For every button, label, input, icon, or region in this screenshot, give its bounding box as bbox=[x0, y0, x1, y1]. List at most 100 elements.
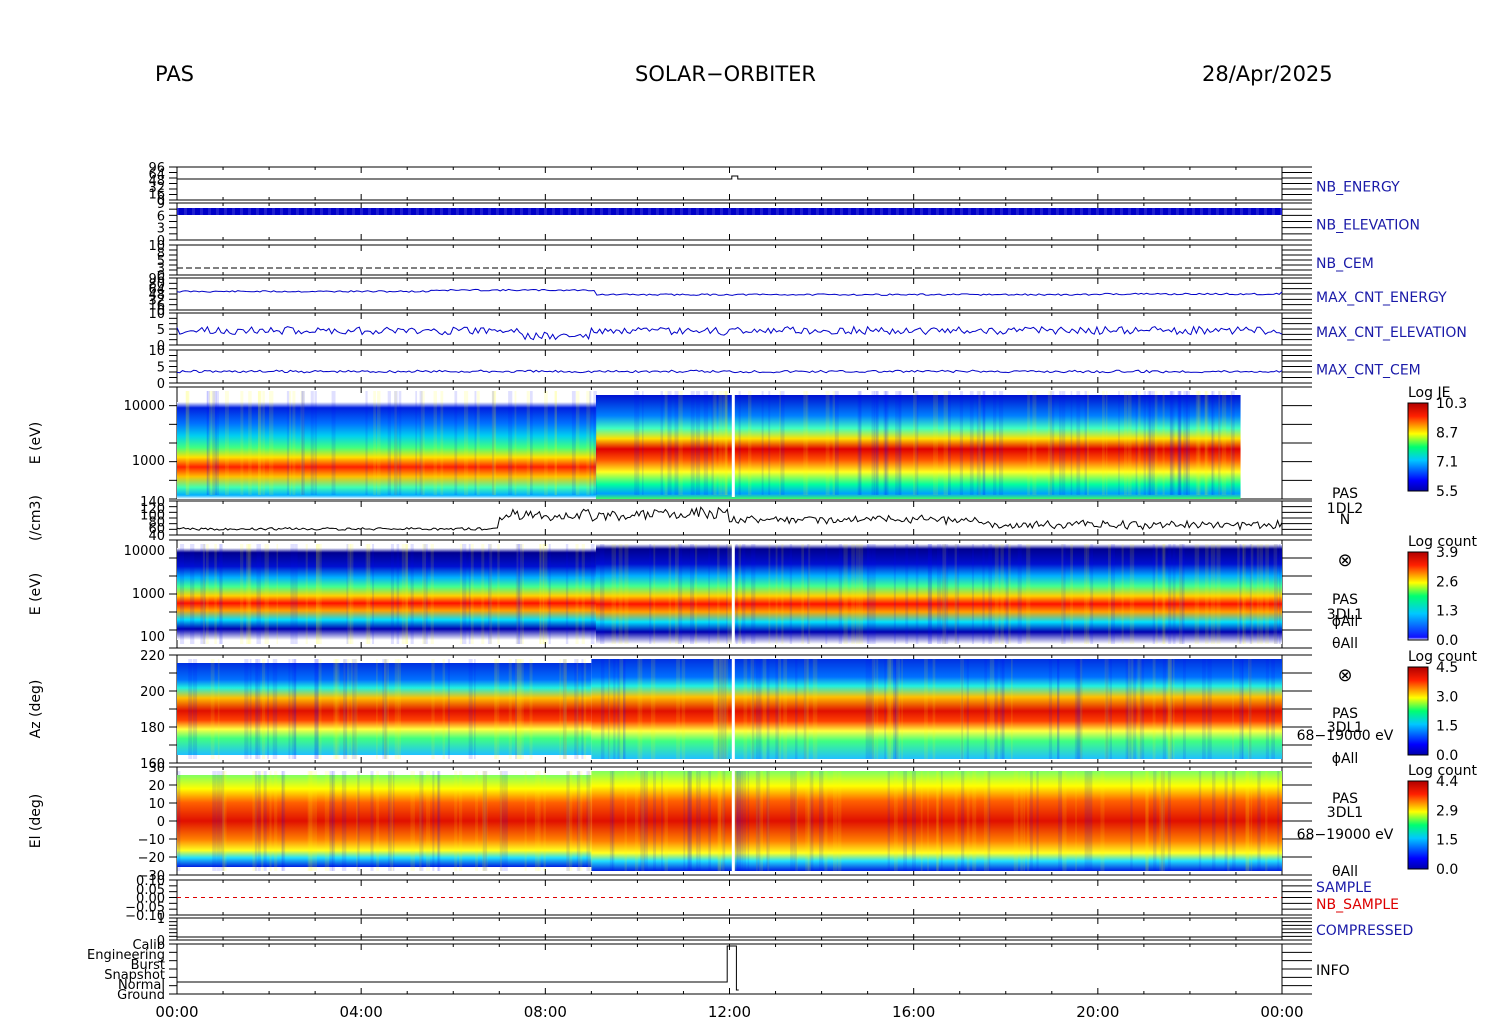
spectrogram-texture bbox=[377, 391, 381, 495]
spectrogram-texture bbox=[876, 659, 879, 759]
spectrogram-texture bbox=[210, 659, 215, 759]
spectrogram-texture bbox=[898, 391, 901, 495]
spectrogram-texture bbox=[257, 391, 262, 495]
spectrogram-texture bbox=[301, 391, 304, 495]
spectrogram-texture bbox=[969, 391, 974, 495]
spectrogram-texture bbox=[248, 391, 252, 495]
y-tick-label: 10000 bbox=[124, 544, 165, 559]
spectrogram-texture bbox=[851, 544, 855, 644]
spectrogram-texture bbox=[954, 771, 958, 871]
spectrogram-texture bbox=[354, 659, 358, 759]
spectrogram-texture bbox=[440, 391, 444, 495]
spectrogram-texture bbox=[1154, 391, 1158, 495]
spectrogram-texture bbox=[282, 771, 286, 871]
spectrogram-texture bbox=[1107, 544, 1111, 644]
spectrogram-texture bbox=[514, 391, 517, 495]
spectrogram-texture bbox=[1246, 771, 1250, 871]
spectrogram-texture bbox=[660, 391, 664, 495]
spectrogram-texture bbox=[801, 544, 805, 644]
spectrogram-texture bbox=[832, 771, 838, 871]
spectrogram-texture bbox=[721, 771, 725, 871]
y-tick-label: 10 bbox=[148, 307, 165, 322]
spectrogram-texture bbox=[1013, 771, 1019, 871]
spectrogram-texture bbox=[315, 544, 320, 644]
spectrogram-texture bbox=[217, 659, 220, 759]
spectrogram-texture bbox=[683, 771, 686, 871]
spectrogram-texture bbox=[825, 544, 828, 644]
spectrogram-texture bbox=[976, 391, 981, 495]
spectrogram-texture bbox=[1168, 544, 1172, 644]
spectrogram-texture bbox=[644, 771, 648, 871]
y-tick-label: 0 bbox=[157, 815, 165, 830]
colorbar-tick-elevation: 0.0 bbox=[1436, 862, 1458, 878]
colorbar-tick-count_energy: 1.3 bbox=[1436, 604, 1458, 620]
y-tick-label: 10000 bbox=[124, 399, 165, 414]
spectrogram-texture bbox=[1224, 771, 1228, 871]
spectrogram-texture bbox=[516, 544, 519, 644]
spectrogram-texture bbox=[1210, 544, 1216, 644]
spectrogram-texture bbox=[893, 544, 896, 644]
colorbar-tick-je_spectrogram: 10.3 bbox=[1436, 396, 1467, 412]
spectrogram-texture bbox=[738, 544, 742, 644]
spectrogram-texture bbox=[1135, 391, 1138, 495]
x-tick-label: 16:00 bbox=[892, 1003, 935, 1020]
panel-annotation-density-2: N bbox=[1340, 512, 1350, 528]
spectrogram-texture bbox=[824, 771, 828, 871]
label-nb_energy: NB_ENERGY bbox=[1316, 180, 1400, 196]
spectrogram-texture bbox=[430, 544, 434, 644]
spectrogram-texture bbox=[218, 544, 222, 644]
spectrogram-texture bbox=[653, 771, 657, 871]
spectrogram-texture bbox=[387, 391, 391, 495]
spectrogram-texture bbox=[482, 771, 488, 871]
spectrogram-texture bbox=[215, 391, 219, 495]
spectrogram-texture bbox=[834, 391, 839, 495]
spectrogram-texture bbox=[240, 391, 244, 495]
spectrogram-texture bbox=[832, 391, 836, 495]
spectrogram-texture bbox=[577, 771, 583, 871]
spectrogram-texture bbox=[718, 391, 723, 495]
spectrogram-texture bbox=[288, 659, 291, 759]
spectrogram-texture bbox=[1155, 544, 1158, 644]
colorbar-tick-azimuth: 4.5 bbox=[1436, 660, 1458, 676]
spectrogram-texture bbox=[1211, 391, 1213, 495]
spectrogram-texture bbox=[1230, 391, 1235, 495]
spectrogram-texture bbox=[723, 391, 727, 495]
spectrogram-texture bbox=[459, 544, 463, 644]
panel-annotation-count_energy-0: ⊗ bbox=[1337, 550, 1352, 571]
spectrogram-texture bbox=[825, 391, 830, 495]
spectrogram-texture bbox=[437, 771, 441, 871]
spectrogram-texture bbox=[1182, 659, 1186, 759]
spectrogram-texture bbox=[454, 771, 458, 871]
spectrogram-texture bbox=[1198, 771, 1202, 871]
spectrogram-texture bbox=[1076, 659, 1081, 759]
spectrogram-texture bbox=[624, 544, 629, 644]
colorbar-tick-count_energy: 2.6 bbox=[1436, 574, 1458, 590]
spectrogram-texture bbox=[346, 544, 349, 644]
colorbar-tick-je_spectrogram: 7.1 bbox=[1436, 455, 1458, 471]
spectrogram-texture bbox=[903, 771, 907, 871]
spectrogram-texture bbox=[865, 659, 870, 759]
spectrogram-texture bbox=[468, 659, 473, 759]
spectrogram-texture bbox=[696, 771, 699, 871]
spectrogram-texture bbox=[1218, 391, 1221, 495]
spectrogram-texture bbox=[600, 659, 605, 759]
spectrogram-texture bbox=[1239, 659, 1243, 759]
spectrogram-texture bbox=[1172, 544, 1176, 644]
spectrogram-texture bbox=[261, 659, 266, 759]
spectrogram-texture bbox=[988, 544, 993, 644]
spectrogram-texture bbox=[581, 659, 584, 759]
spectrogram-texture bbox=[859, 544, 864, 644]
panel-annotation-elevation-2: 68−19000 eV bbox=[1297, 827, 1394, 843]
colorbar-tick-elevation: 1.5 bbox=[1436, 833, 1458, 849]
spectrogram-texture bbox=[370, 771, 374, 871]
spectrogram-texture bbox=[331, 771, 334, 871]
spectrogram-texture bbox=[419, 771, 422, 871]
spectrogram-texture bbox=[276, 544, 279, 644]
spectrogram-texture bbox=[185, 391, 189, 495]
spectrogram-texture bbox=[1110, 544, 1116, 644]
spectrogram-texture bbox=[1061, 544, 1064, 644]
spectrogram-texture bbox=[698, 771, 701, 871]
spectrogram-texture bbox=[1017, 544, 1022, 644]
spectrogram-texture bbox=[795, 659, 798, 759]
spectrogram-texture bbox=[871, 544, 876, 644]
